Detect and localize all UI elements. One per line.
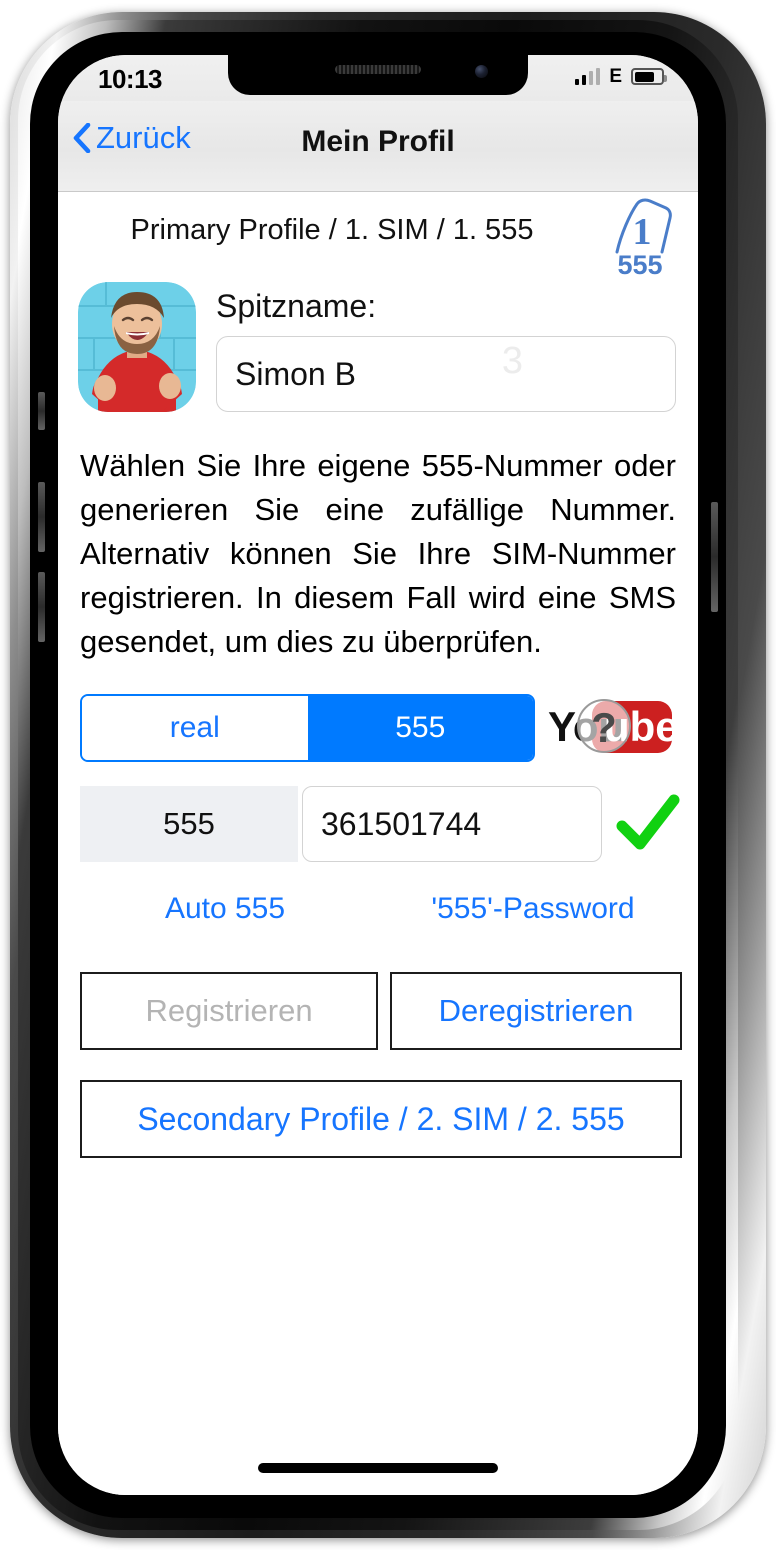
number-prefix: 555 (80, 786, 298, 863)
verified-status-badge (614, 792, 684, 854)
number-value: 361501744 (321, 805, 482, 842)
avatar-photo (78, 282, 196, 412)
number-input[interactable]: 361501744 (302, 786, 602, 863)
earpiece-speaker-icon (335, 65, 421, 74)
profile-header-label: Primary Profile / 1. SIM / 1. 555 (130, 214, 534, 246)
number-mode-segmented-control[interactable]: real 555 (80, 694, 535, 763)
screenshot-root: 10:13 E Zurück Mein Profil Primary Profi… (0, 0, 776, 1550)
sim-card-icon: 1 555 (615, 198, 672, 280)
description-text: Wählen Sie Ihre eigene 555-Nummer oder g… (80, 448, 676, 660)
youtube-icon: You ube ? (548, 699, 674, 754)
notch (228, 55, 528, 95)
volume-up-button[interactable] (38, 482, 45, 552)
volume-down-button[interactable] (38, 572, 45, 642)
registration-button-row: Registrieren Deregistrieren (58, 972, 698, 1051)
mode-row: real 555 You ube ? (58, 694, 698, 766)
home-indicator[interactable] (258, 1463, 498, 1473)
nickname-value: Simon B (235, 356, 356, 392)
status-bar-indicators: E (574, 66, 667, 87)
nickname-block: Spitzname: Simon B 3 (58, 274, 698, 444)
youtube-help-button[interactable]: You ube ? (546, 696, 674, 758)
actions-link-row: Auto 555 '555'-Password (58, 892, 698, 942)
help-question-mark: ? (591, 704, 617, 751)
avatar[interactable] (78, 282, 196, 412)
front-camera-icon (475, 65, 488, 78)
segment-555[interactable]: 555 (307, 696, 533, 761)
power-button[interactable] (711, 502, 718, 612)
nickname-label: Spitzname: (216, 288, 377, 324)
phone-screen: 10:13 E Zurück Mein Profil Primary Profi… (58, 55, 698, 1495)
svg-text:1: 1 (633, 211, 652, 253)
deregister-button[interactable]: Deregistrieren (390, 972, 682, 1051)
secondary-profile-row: Secondary Profile / 2. SIM / 2. 555 (58, 1080, 698, 1159)
sim-card-badge[interactable]: 1 555 (604, 194, 676, 280)
nickname-input[interactable]: Simon B 3 (216, 336, 676, 412)
nickname-watermark: 3 (501, 340, 523, 382)
main-content: Primary Profile / 1. SIM / 1. 555 1 555 (58, 192, 698, 1495)
page-title: Mein Profil (301, 125, 455, 158)
number-row: 555 361501744 (58, 786, 698, 863)
status-bar-time: 10:13 (98, 64, 163, 94)
cellular-signal-icon (574, 68, 601, 85)
network-type-label: E (609, 66, 622, 87)
secondary-profile-button[interactable]: Secondary Profile / 2. SIM / 2. 555 (80, 1080, 682, 1159)
profile-header-row: Primary Profile / 1. SIM / 1. 555 1 555 (58, 192, 698, 280)
battery-icon (631, 68, 667, 85)
auto-555-button[interactable]: Auto 555 (80, 892, 370, 926)
checkmark-icon (616, 794, 680, 850)
555-password-button[interactable]: '555'-Password (388, 892, 678, 926)
register-button[interactable]: Registrieren (80, 972, 378, 1051)
navigation-bar: Zurück Mein Profil (58, 101, 698, 192)
segment-real[interactable]: real (82, 696, 308, 761)
mute-switch[interactable] (38, 392, 45, 430)
